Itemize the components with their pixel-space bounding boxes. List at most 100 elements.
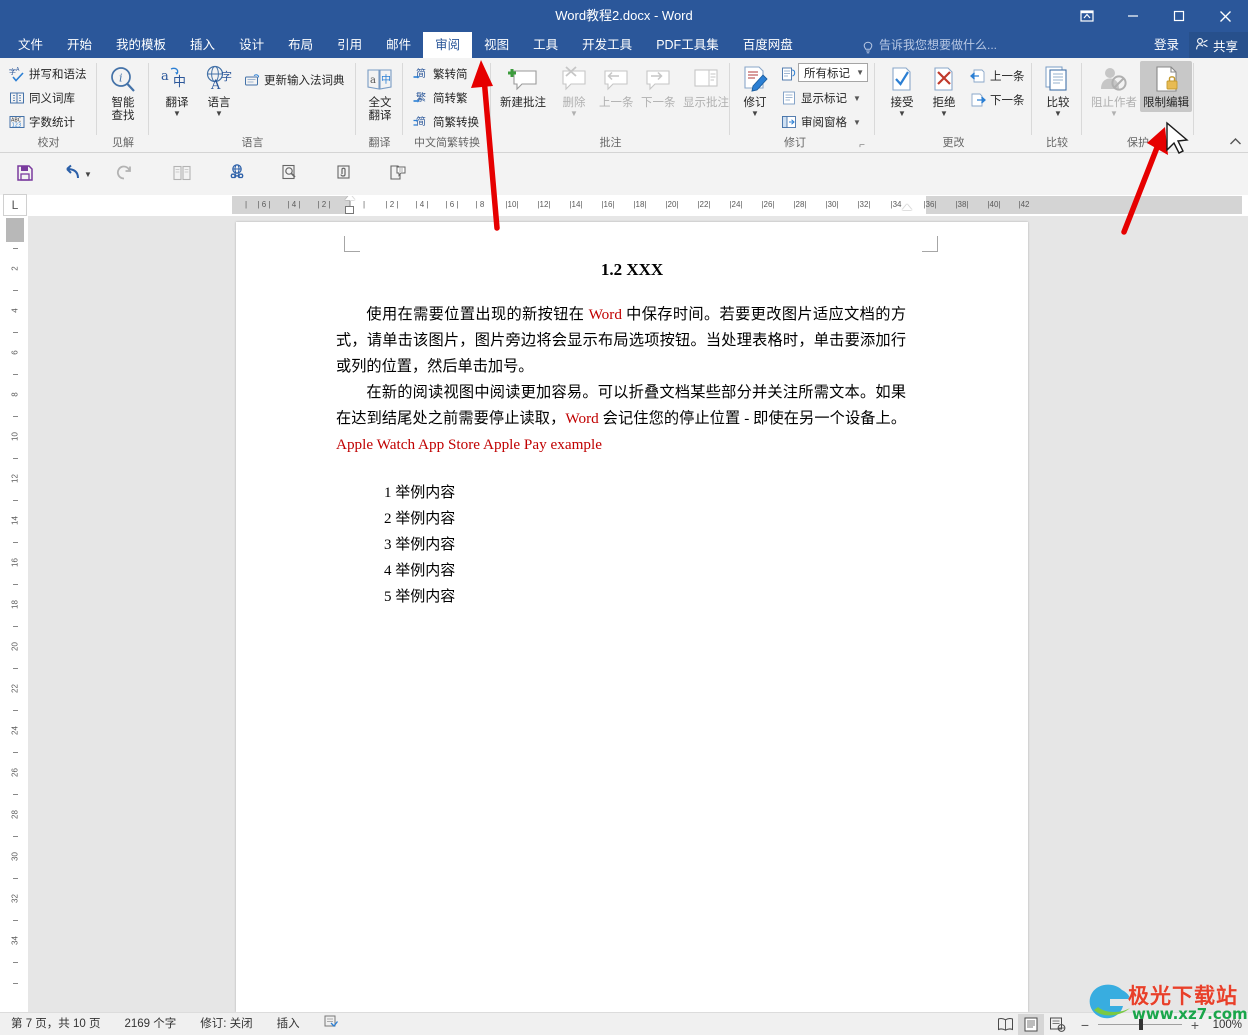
dialog-launcher-icon[interactable]: ⌐ — [859, 140, 865, 151]
web-link-icon[interactable] — [222, 158, 252, 188]
reject-change-button[interactable]: 拒绝 ▼ — [925, 61, 963, 119]
trad-to-simp-icon: 简 — [413, 66, 429, 82]
maximize-icon[interactable] — [1156, 0, 1202, 32]
chevron-down-icon[interactable]: ▼ — [853, 118, 861, 127]
read-mode-icon[interactable] — [992, 1014, 1018, 1035]
ruler-tick: | 4 | — [415, 200, 429, 209]
chevron-down-icon[interactable]: ▼ — [570, 110, 578, 118]
chevron-down-icon[interactable]: ▼ — [1054, 110, 1062, 118]
previous-change-button[interactable]: 上一条 — [967, 67, 1028, 85]
zoom-in-button[interactable]: + — [1188, 1017, 1202, 1033]
new-comment-button[interactable]: 新建批注 — [497, 61, 549, 112]
update-ime-dictionary-button[interactable]: 更新输入法词典 — [241, 71, 348, 89]
zoom-control[interactable]: − + 100% — [1078, 1017, 1242, 1033]
thesaurus-button[interactable]: 同义词库 — [6, 89, 78, 107]
spelling-grammar-button[interactable]: 字A 拼写和语法 — [6, 65, 90, 83]
page-indicator[interactable]: 第 7 页，共 10 页 — [8, 1014, 103, 1035]
insert-mode-indicator[interactable]: 插入 — [274, 1014, 303, 1035]
tab-2[interactable]: 我的模板 — [104, 32, 178, 58]
full-text-translate-button[interactable]: a中 全文 翻译 — [361, 61, 399, 125]
tab-3[interactable]: 插入 — [178, 32, 227, 58]
trad-to-simp-button[interactable]: 简 繁转简 — [410, 65, 471, 83]
two-page-view-icon[interactable] — [167, 158, 197, 188]
undo-icon[interactable] — [57, 158, 87, 188]
chevron-down-icon[interactable]: ▼ — [898, 110, 906, 118]
save-icon[interactable] — [10, 158, 40, 188]
ribbon-display-options-icon[interactable] — [1064, 0, 1110, 32]
tab-stop-selector[interactable]: L — [3, 194, 27, 216]
tab-6[interactable]: 引用 — [325, 32, 374, 58]
language-button[interactable]: A字 语言 ▼ — [199, 61, 239, 119]
document-list[interactable]: 1 举例内容 2 举例内容 3 举例内容 4 举例内容 5 举例内容 — [384, 480, 455, 610]
horizontal-ruler[interactable]: | | 6 | | 4 | | 2 | | | | 2 | | 4 | | 6 | | 8 |10|… — [232, 196, 1242, 214]
chevron-down-icon[interactable]: ▼ — [1110, 110, 1118, 118]
document-page[interactable]: 1.2 XXX 使用在需要位置出现的新按钮在 Word 中保存时间。若要更改图片… — [236, 222, 1028, 1012]
zoom-slider[interactable] — [1098, 1019, 1182, 1030]
web-layout-icon[interactable] — [1044, 1014, 1070, 1035]
next-change-button[interactable]: 下一条 — [967, 91, 1028, 109]
ruler-tick: |30| — [825, 200, 839, 209]
restrict-editing-button[interactable]: 限制编辑 — [1140, 61, 1192, 112]
tab-1[interactable]: 开始 — [55, 32, 104, 58]
tab-13[interactable]: 百度网盘 — [731, 32, 805, 58]
tab-7[interactable]: 邮件 — [374, 32, 423, 58]
zoom-level[interactable]: 100% — [1208, 1019, 1242, 1031]
minimize-icon[interactable] — [1110, 0, 1156, 32]
show-comments-button[interactable]: 显示批注 — [680, 61, 732, 112]
document-canvas[interactable]: 1.2 XXX 使用在需要位置出现的新按钮在 Word 中保存时间。若要更改图片… — [28, 216, 1248, 1012]
simp-to-trad-button[interactable]: 繁 简转繁 — [410, 89, 471, 107]
chevron-down-icon[interactable]: ▼ — [215, 110, 223, 118]
reviewing-pane-button[interactable]: 审阅窗格 ▼ — [778, 113, 864, 131]
tab-11[interactable]: 开发工具 — [570, 32, 644, 58]
tab-4[interactable]: 设计 — [227, 32, 276, 58]
tell-me-search[interactable]: 告诉我您想要做什么... — [862, 32, 997, 58]
translate-button[interactable]: a中 翻译 ▼ — [157, 61, 197, 119]
zoom-out-button[interactable]: − — [1078, 1017, 1092, 1033]
chevron-down-icon[interactable]: ▼ — [856, 68, 864, 77]
tab-0[interactable]: 文件 — [6, 32, 55, 58]
attach-icon[interactable] — [330, 158, 360, 188]
block-authors-button[interactable]: 阻止作者 ▼ — [1088, 61, 1140, 119]
collapse-ribbon-icon[interactable] — [1229, 135, 1242, 149]
proofing-status-icon[interactable] — [321, 1014, 341, 1035]
sign-in-button[interactable]: 登录 — [1144, 32, 1189, 58]
chevron-down-icon[interactable]: ▼ — [853, 94, 861, 103]
next-comment-button[interactable]: 下一条 — [638, 61, 679, 112]
compare-button[interactable]: 比较 ▼ — [1039, 61, 1077, 119]
chevron-down-icon[interactable]: ▼ — [751, 110, 759, 118]
tab-12[interactable]: PDF工具集 — [644, 32, 731, 58]
previous-comment-button[interactable]: 上一条 — [596, 61, 637, 112]
tab-8[interactable]: 审阅 — [423, 32, 473, 58]
simp-trad-convert-button[interactable]: 简 简繁转换 — [410, 113, 482, 131]
ruler-tick: |16| — [601, 200, 615, 209]
track-changes-indicator[interactable]: 修订: 关闭 — [197, 1014, 255, 1035]
tab-5[interactable]: 布局 — [276, 32, 325, 58]
display-for-review-combo[interactable]: 所有标记 ▼ — [798, 63, 868, 82]
ruler-tick: |36| — [923, 200, 937, 209]
first-line-indent-marker[interactable] — [345, 196, 355, 200]
undo-dropdown-chevron-down-icon[interactable]: ▼ — [84, 170, 92, 179]
redo-icon[interactable] — [109, 158, 139, 188]
word-count-indicator[interactable]: 2169 个字 — [121, 1014, 179, 1035]
smart-lookup-button[interactable]: i 智能 查找 — [104, 61, 142, 125]
word-count-button[interactable]: ABC 123 字数统计 — [6, 113, 78, 131]
delete-comment-button[interactable]: 删除 ▼ — [554, 61, 594, 119]
print-preview-icon[interactable] — [275, 158, 305, 188]
close-icon[interactable] — [1202, 0, 1248, 32]
chevron-down-icon[interactable]: ▼ — [173, 110, 181, 118]
zoom-slider-thumb[interactable] — [1139, 1019, 1143, 1030]
document-body-text[interactable]: 使用在需要位置出现的新按钮在 Word 中保存时间。若要更改图片适应文档的方式，… — [336, 302, 906, 458]
share-button[interactable]: 共享 — [1188, 32, 1248, 58]
show-markup-button[interactable]: 显示标记 ▼ — [778, 89, 864, 107]
vertical-ruler[interactable]: 2 4 6 8 10 12 14 16 18 20 22 24 26 28 30 32 34 — [6, 218, 24, 1006]
ruler-tick-label: 8 — [10, 392, 20, 397]
right-indent-marker[interactable] — [902, 204, 912, 210]
print-layout-icon[interactable] — [1018, 1014, 1044, 1035]
left-indent-box[interactable] — [345, 206, 354, 214]
tab-9[interactable]: 视图 — [472, 32, 521, 58]
tab-10[interactable]: 工具 — [521, 32, 570, 58]
chevron-down-icon[interactable]: ▼ — [940, 110, 948, 118]
track-changes-button[interactable]: 修订 ▼ — [736, 61, 774, 119]
accept-change-button[interactable]: 接受 ▼ — [883, 61, 921, 119]
compare-doc-icon[interactable] — [383, 158, 413, 188]
